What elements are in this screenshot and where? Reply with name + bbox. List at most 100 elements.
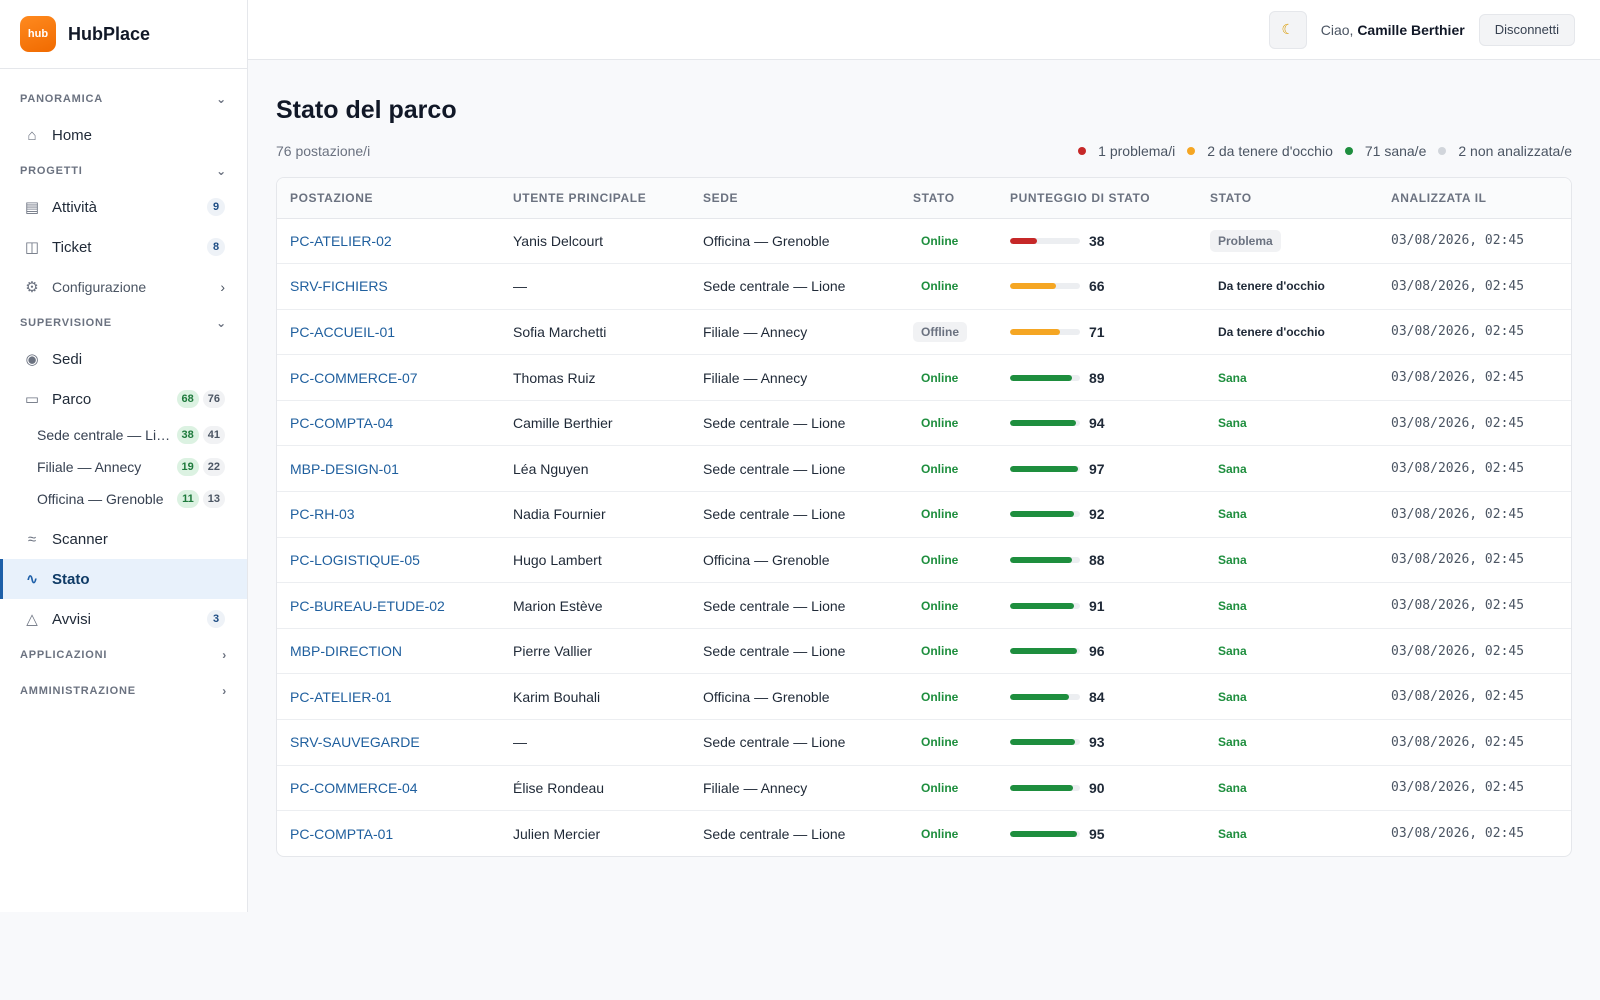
legend-label: 2 non analizzata/e xyxy=(1458,143,1572,159)
table-row[interactable]: SRV-SAUVEGARDE — Sede centrale — Lione Onli… xyxy=(277,719,1571,766)
section-applicazioni[interactable]: APPLICAZIONI › xyxy=(0,639,247,671)
table-header-row: POSTAZIONE UTENTE PRINCIPALE SEDE STATO … xyxy=(277,178,1571,219)
host-link[interactable]: SRV-SAUVEGARDE xyxy=(290,734,420,750)
cell-connection: Online xyxy=(900,673,997,721)
gear-icon: ⚙ xyxy=(25,279,39,296)
sidebar-subitem-site[interactable]: Officina — Grenoble 11 13 xyxy=(0,483,247,515)
chevron-right-icon: › xyxy=(220,279,225,295)
sidebar-item-ticket[interactable]: ◫ Ticket 8 xyxy=(0,227,247,267)
sidebar-item-avvisi[interactable]: △ Avvisi 3 xyxy=(0,599,247,639)
legend-dot xyxy=(1438,147,1447,155)
sidebar-item-configurazione[interactable]: ⚙ Configurazione › xyxy=(0,267,247,307)
theme-toggle-button[interactable]: ☾ xyxy=(1268,10,1307,49)
host-link[interactable]: SRV-FICHIERS xyxy=(290,278,388,294)
score-value: 66 xyxy=(1089,278,1105,295)
sidebar-item-scanner[interactable]: ≈ Scanner xyxy=(0,519,247,559)
sidebar-item-label: Sedi xyxy=(52,350,83,368)
table-row[interactable]: MBP-DESIGN-01 Léa Nguyen Sede centrale — L… xyxy=(277,445,1571,493)
column-header-postazione[interactable]: POSTAZIONE xyxy=(277,178,500,219)
score-bar xyxy=(1010,693,1080,700)
cell-site: Filiale — Annecy xyxy=(690,309,900,356)
cell-analyzed-at: 03/08/2026, 02:45 xyxy=(1378,400,1571,447)
table-row[interactable]: PC-ATELIER-01 Karim Bouhali Officina — Gre… xyxy=(277,673,1571,721)
cell-analyzed-at: 03/08/2026, 02:45 xyxy=(1378,765,1571,812)
online-count-badge: 68 xyxy=(176,390,199,408)
table-row[interactable]: PC-RH-03 Nadia Fournier Sede centrale — Li… xyxy=(277,491,1571,538)
column-header-sede[interactable]: SEDE xyxy=(690,178,900,219)
sidebar-item-attivita[interactable]: ▤ Attività 9 xyxy=(0,187,247,227)
column-header-analizzata[interactable]: ANALIZZATA IL xyxy=(1378,178,1571,219)
host-link[interactable]: PC-RH-03 xyxy=(290,506,355,522)
status-legend: 1 problema/i 2 da tenere d'occhio 71 sana/… xyxy=(1066,143,1572,159)
cell-analyzed-at: 03/08/2026, 02:45 xyxy=(1378,263,1571,310)
connection-badge: Online xyxy=(921,826,959,841)
host-link[interactable]: PC-COMPTA-01 xyxy=(290,826,393,842)
score-value: 96 xyxy=(1089,643,1105,660)
sidebar-subitem-site[interactable]: Sede centrale — Lione 38 41 xyxy=(0,419,247,451)
cell-site: Sede centrale — Lione xyxy=(690,719,900,766)
host-link[interactable]: PC-COMMERCE-07 xyxy=(290,370,418,386)
status-badge: Da tenere d'occhio xyxy=(1218,324,1325,339)
cell-status: Sana xyxy=(1197,537,1378,584)
sidebar-item-stato[interactable]: ∿ Stato xyxy=(0,559,247,599)
score-value: 91 xyxy=(1089,597,1105,614)
section-label: SUPERVISIONE xyxy=(20,317,112,329)
table-row[interactable]: PC-COMMERCE-04 Élise Rondeau Filiale — Ann… xyxy=(277,765,1571,812)
column-header-connessione[interactable]: STATO xyxy=(900,178,997,219)
table-row[interactable]: PC-COMPTA-04 Camille Berthier Sede central… xyxy=(277,400,1571,447)
cell-score: 97 xyxy=(997,445,1197,493)
sidebar-item-sedi[interactable]: ◉ Sedi xyxy=(0,339,247,379)
table-row[interactable]: SRV-FICHIERS — Sede centrale — Lione Online… xyxy=(277,263,1571,310)
host-link[interactable]: PC-ACCUEIL-01 xyxy=(290,324,395,340)
section-progetti[interactable]: PROGETTI ⌄ xyxy=(0,155,247,187)
cell-user: Pierre Vallier xyxy=(500,628,690,675)
host-link[interactable]: PC-LOGISTIQUE-05 xyxy=(290,552,420,568)
cell-score: 91 xyxy=(997,582,1197,629)
host-link[interactable]: PC-BUREAU-ETUDE-02 xyxy=(290,598,445,614)
connection-badge: Online xyxy=(921,507,959,522)
sidebar-item-home[interactable]: ⌂ Home xyxy=(0,115,247,155)
cell-connection: Online xyxy=(900,218,997,265)
section-panoramica[interactable]: PANORAMICA ⌄ xyxy=(0,83,247,115)
column-header-stato[interactable]: STATO xyxy=(1197,178,1378,219)
score-bar xyxy=(1010,283,1080,290)
brand[interactable]: hub HubPlace xyxy=(0,0,247,69)
table-row[interactable]: PC-ATELIER-02 Yanis Delcourt Officina — Gr… xyxy=(277,218,1571,265)
cell-connection: Online xyxy=(900,263,997,310)
column-header-utente[interactable]: UTENTE PRINCIPALE xyxy=(500,178,690,219)
sidebar-item-parco[interactable]: ▭ Parco 68 76 xyxy=(0,379,247,419)
table-row[interactable]: PC-LOGISTIQUE-05 Hugo Lambert Officina — G… xyxy=(277,537,1571,584)
table-row[interactable]: PC-COMMERCE-07 Thomas Ruiz Filiale — Annec… xyxy=(277,354,1571,401)
table-row[interactable]: PC-COMPTA-01 Julien Mercier Sede centrale … xyxy=(277,811,1571,857)
section-supervisione[interactable]: SUPERVISIONE ⌄ xyxy=(0,307,247,339)
status-badge: Sana xyxy=(1218,552,1247,567)
host-link[interactable]: PC-ATELIER-02 xyxy=(290,233,392,249)
table-row[interactable]: PC-BUREAU-ETUDE-02 Marion Estève Sede cent… xyxy=(277,582,1571,629)
sidebar-item-label: Scanner xyxy=(52,530,108,548)
moon-icon: ☾ xyxy=(1281,21,1295,37)
cell-site: Officina — Grenoble xyxy=(690,673,900,721)
health-score: 71 xyxy=(1010,324,1197,340)
host-link[interactable]: MBP-DESIGN-01 xyxy=(290,461,399,477)
sidebar-subitem-site[interactable]: Filiale — Annecy 19 22 xyxy=(0,451,247,483)
table-row[interactable]: PC-ACCUEIL-01 Sofia Marchetti Filiale — An… xyxy=(277,309,1571,356)
host-link[interactable]: PC-COMPTA-04 xyxy=(290,415,393,431)
score-bar-fill xyxy=(1010,237,1037,244)
cell-host: PC-COMMERCE-04 xyxy=(277,765,500,812)
cell-site: Sede centrale — Lione xyxy=(690,491,900,538)
host-link[interactable]: PC-COMMERCE-04 xyxy=(290,780,418,796)
score-bar xyxy=(1010,420,1080,427)
cell-connection: Online xyxy=(900,765,997,812)
health-score: 91 xyxy=(1010,598,1197,614)
column-header-punteggio[interactable]: PUNTEGGIO DI STATO xyxy=(997,178,1197,219)
cell-host: MBP-DIRECTION xyxy=(277,628,500,675)
host-link[interactable]: MBP-DIRECTION xyxy=(290,643,402,659)
section-label: PANORAMICA xyxy=(20,93,103,105)
connection-badge: Online xyxy=(921,689,959,704)
logout-button[interactable]: Disconnetti xyxy=(1478,13,1575,46)
table-row[interactable]: MBP-DIRECTION Pierre Vallier Sede centrale… xyxy=(277,628,1571,675)
host-link[interactable]: PC-ATELIER-01 xyxy=(290,689,392,705)
cell-host: PC-COMMERCE-07 xyxy=(277,354,500,401)
section-amministrazione[interactable]: AMMINISTRAZIONE › xyxy=(0,675,247,707)
health-score: 89 xyxy=(1010,370,1197,386)
